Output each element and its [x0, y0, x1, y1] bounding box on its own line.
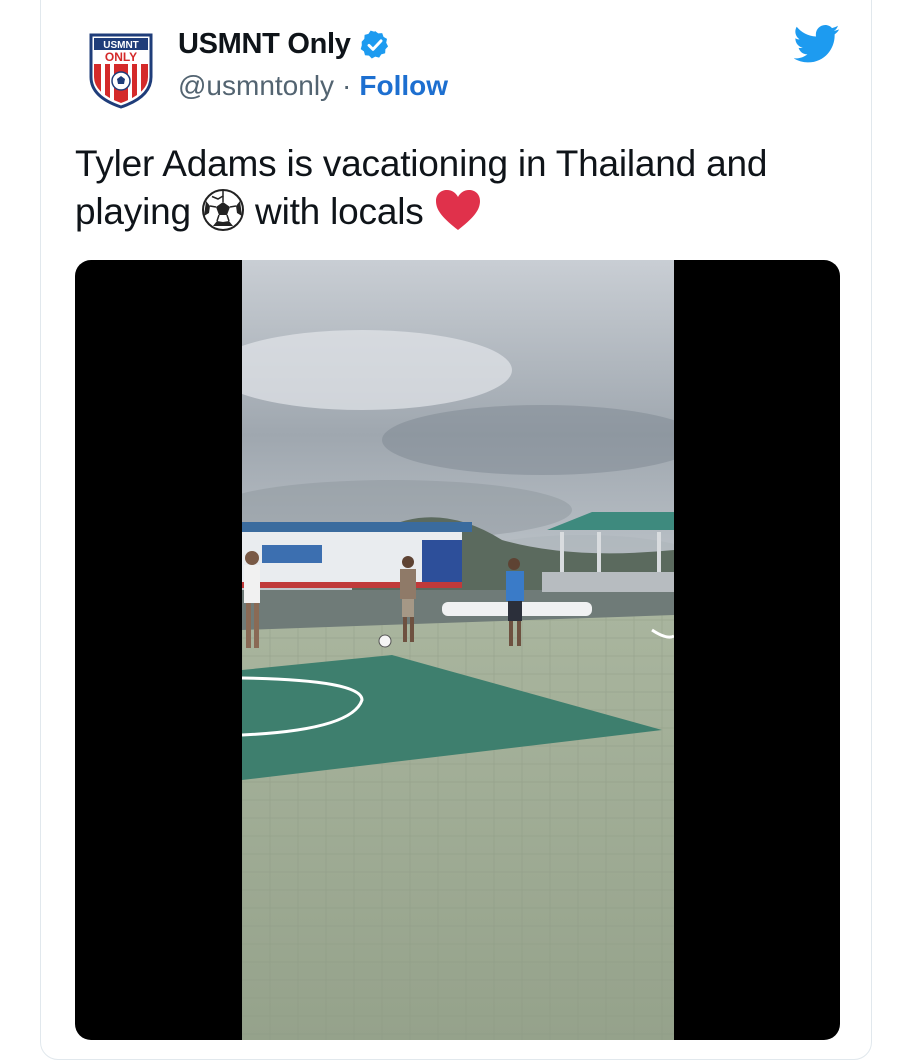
verified-badge-icon: [359, 29, 391, 61]
tweet-text-playing: playing: [75, 191, 191, 232]
red-heart-emoji: [434, 188, 482, 244]
author-handle[interactable]: @usmntonly: [178, 70, 334, 102]
svg-text:ONLY: ONLY: [105, 50, 137, 64]
tweet-text-with-locals: with locals: [255, 191, 424, 232]
tweet-text-line-1: Tyler Adams is vacationing in Thailand a…: [75, 143, 768, 184]
handle-separator: ·: [342, 70, 352, 101]
soccer-ball-emoji: [201, 188, 245, 244]
twitter-bird-icon[interactable]: [793, 24, 840, 64]
author-handle-row: @usmntonly · Follow: [178, 70, 448, 102]
tweet-text: Tyler Adams is vacationing in Thailand a…: [75, 140, 835, 244]
usmnt-only-crest-icon: USMNT ONLY: [89, 33, 153, 109]
author-display-name[interactable]: USMNT Only: [178, 28, 351, 61]
follow-button[interactable]: Follow: [359, 70, 448, 102]
tweet-video[interactable]: [75, 260, 840, 1040]
video-frame[interactable]: [242, 260, 674, 1040]
author-name-row: USMNT Only: [178, 28, 391, 61]
video-scene-image: [242, 260, 674, 1040]
author-avatar[interactable]: USMNT ONLY: [89, 33, 153, 109]
tweet-text-line-2: playing with locals: [75, 188, 835, 244]
